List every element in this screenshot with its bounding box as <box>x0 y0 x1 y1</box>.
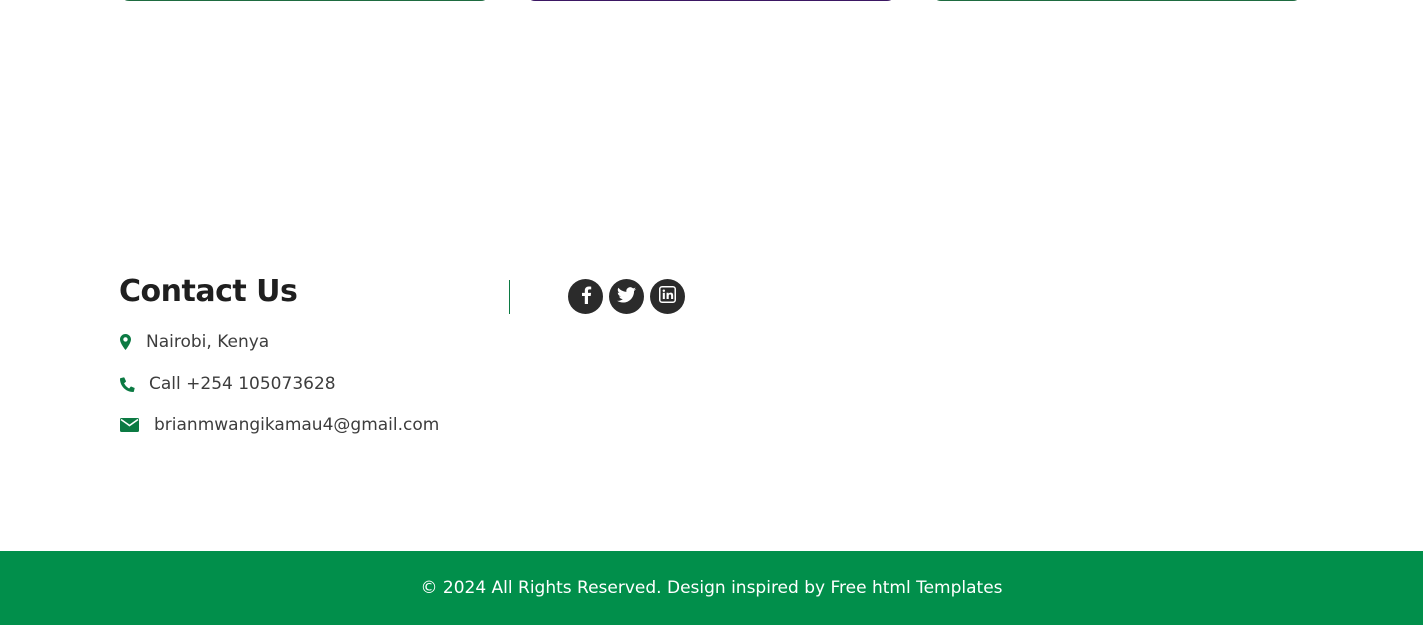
service-card-bottom-edge <box>120 0 490 1</box>
footer-copyright-text: © 2024 All Rights Reserved. Design inspi… <box>420 578 826 598</box>
map-marker-icon <box>119 334 131 350</box>
envelope-icon <box>119 418 139 432</box>
twitter-icon <box>617 286 636 307</box>
contact-location: Nairobi, Kenya <box>119 330 269 354</box>
vertical-divider <box>509 280 510 314</box>
linkedin-icon <box>659 286 676 307</box>
service-card-bottom-edge <box>526 0 896 1</box>
footer-copyright: © 2024 All Rights Reserved. Design inspi… <box>420 578 1002 598</box>
contact-phone[interactable]: Call +254 105073628 <box>119 372 336 396</box>
service-card-bottom-edge <box>932 0 1302 1</box>
linkedin-link[interactable] <box>650 279 685 314</box>
contact-title: Contact Us <box>119 274 298 309</box>
contact-location-text: Nairobi, Kenya <box>146 332 270 352</box>
contact-phone-text[interactable]: Call +254 105073628 <box>149 374 336 394</box>
contact-email[interactable]: brianmwangikamau4@gmail.com <box>119 413 439 437</box>
footer-templates-link[interactable]: Free html Templates <box>830 578 1002 598</box>
facebook-icon <box>580 286 592 308</box>
facebook-link[interactable] <box>568 279 603 314</box>
social-links <box>568 279 685 314</box>
contact-section: Contact Us Nairobi, Kenya Call +254 1050… <box>119 274 509 435</box>
footer: © 2024 All Rights Reserved. Design inspi… <box>0 551 1423 625</box>
contact-email-text[interactable]: brianmwangikamau4@gmail.com <box>154 415 439 435</box>
twitter-link[interactable] <box>609 279 644 314</box>
page: Contact Us Nairobi, Kenya Call +254 1050… <box>0 0 1423 625</box>
phone-icon <box>119 376 135 392</box>
